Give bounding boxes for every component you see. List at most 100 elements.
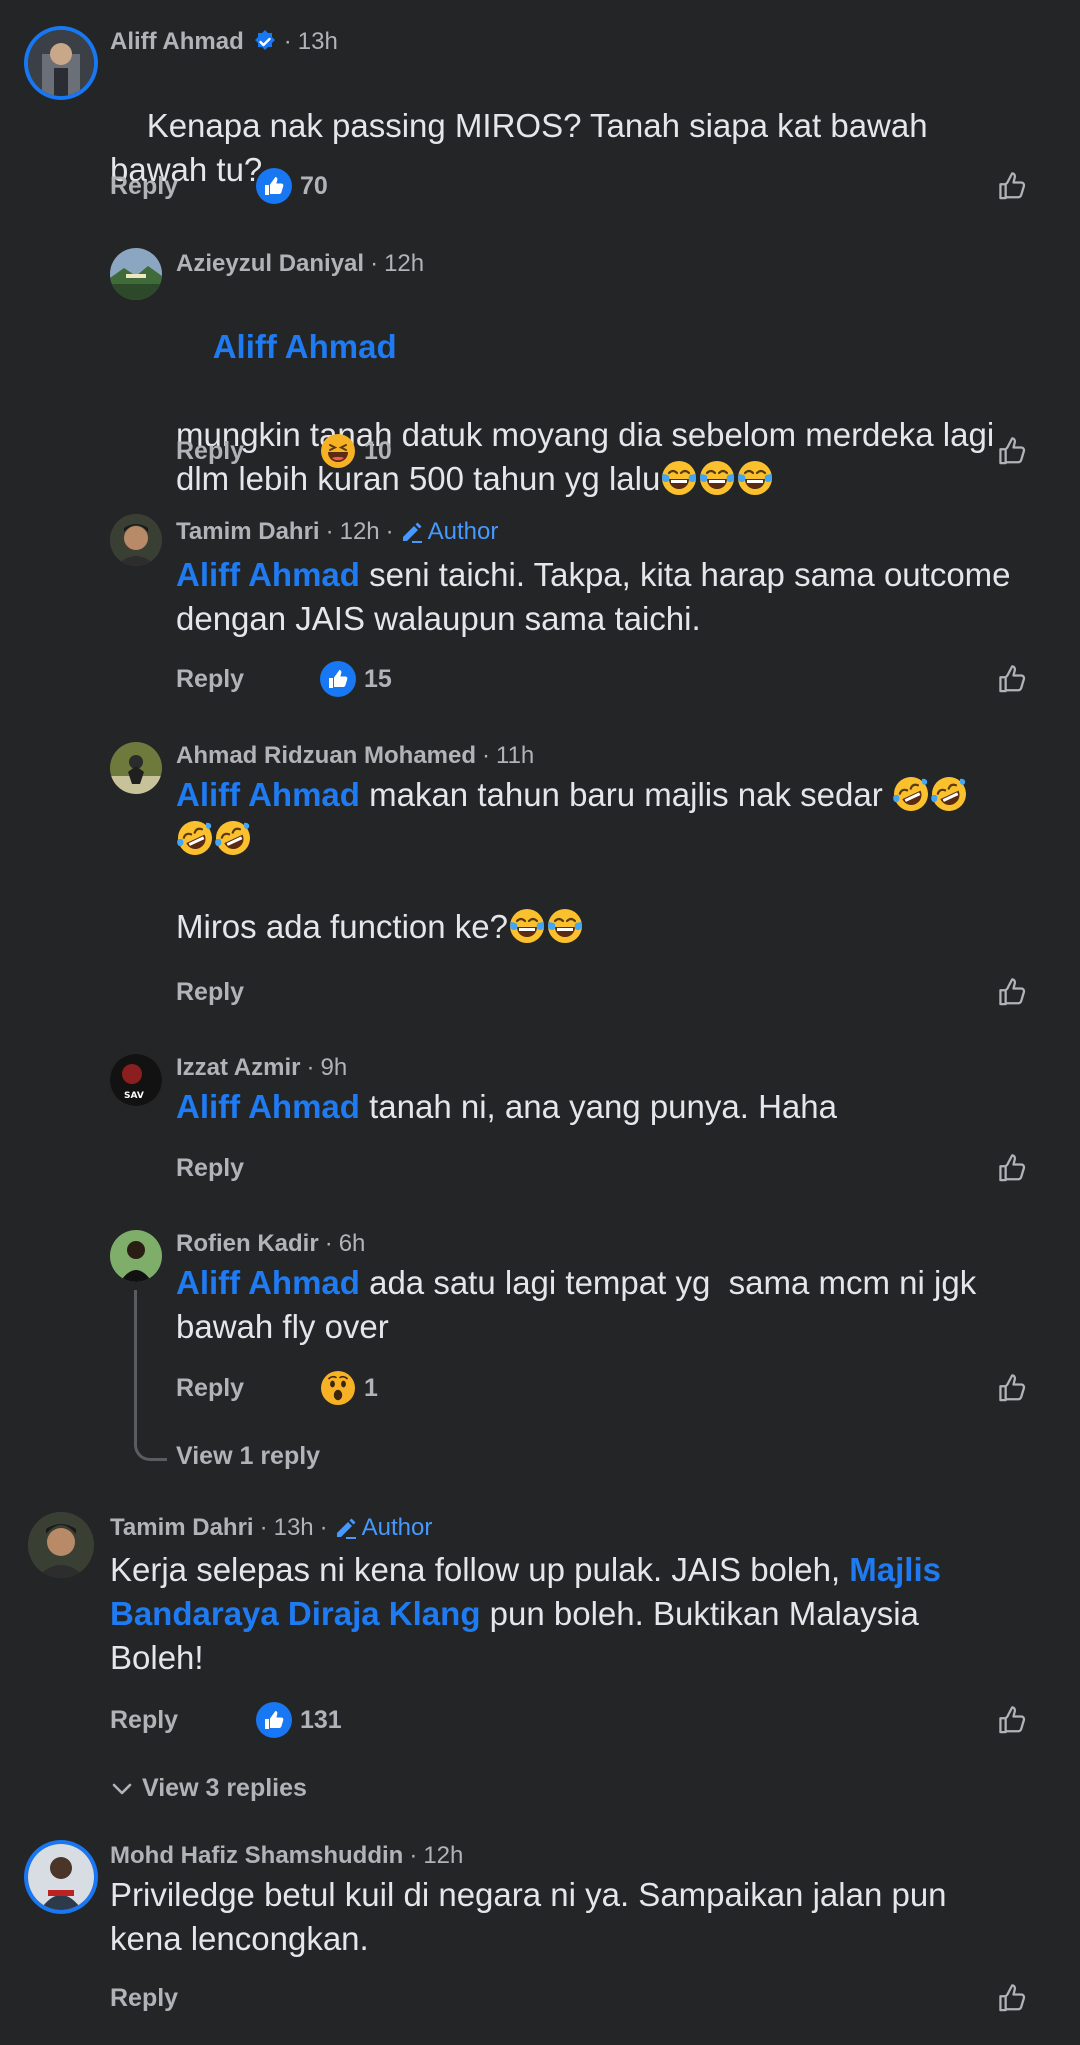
comment-time[interactable]: 9h <box>320 1054 347 1082</box>
tears-of-joy-emoji <box>736 459 774 497</box>
comment-time[interactable]: 12h <box>340 518 380 546</box>
separator: · <box>259 1514 268 1541</box>
commenter-name[interactable]: Azieyzul Daniyal <box>176 250 364 278</box>
like-button[interactable] <box>990 1368 1030 1408</box>
like-button[interactable] <box>990 1148 1030 1188</box>
like-button[interactable] <box>990 1978 1030 2018</box>
mention-link[interactable]: Aliff Ahmad <box>176 1088 360 1125</box>
commenter-name[interactable]: Tamim Dahri <box>176 518 320 546</box>
reaction-summary[interactable]: 131 <box>256 1702 342 1738</box>
reply-button[interactable]: Reply <box>176 1374 244 1403</box>
avatar[interactable] <box>28 30 94 96</box>
rofl-emoji <box>176 819 214 857</box>
reply-button[interactable]: Reply <box>176 978 244 1007</box>
comment-meta: Mohd Hafiz Shamshuddin · 12h <box>110 1842 463 1870</box>
comment-body: tanah ni, ana yang punya. Haha <box>359 1088 837 1125</box>
thumbs-up-icon <box>999 978 1026 1006</box>
view-replies-link[interactable]: View 1 reply <box>176 1442 320 1471</box>
comment-time[interactable]: 6h <box>339 1230 366 1258</box>
pencil-icon <box>401 521 423 543</box>
comment-text: Aliff Ahmad makan tahun baru majlis nak … <box>176 773 1036 949</box>
reaction-summary[interactable]: 70 <box>256 168 328 204</box>
comment-body: Kerja selepas ni kena follow up pulak. J… <box>110 1551 850 1588</box>
reaction-summary[interactable]: 1 <box>320 1370 378 1406</box>
comment-meta: Tamim Dahri · 13h · Author <box>110 1514 432 1542</box>
author-badge: Author <box>400 518 498 546</box>
reply-button[interactable]: Reply <box>176 665 244 694</box>
avatar[interactable] <box>28 1844 94 1910</box>
reply-button[interactable]: Reply <box>176 1154 244 1183</box>
mention-link[interactable]: Aliff Ahmad <box>176 556 360 593</box>
like-button[interactable] <box>990 659 1030 699</box>
like-button[interactable] <box>990 972 1030 1012</box>
rofl-emoji <box>891 775 930 813</box>
comment-body: makan tahun baru majlis nak sedar <box>359 776 892 813</box>
comment-meta: Aliff Ahmad · 13h <box>110 28 338 56</box>
like-reaction-icon <box>320 661 356 697</box>
comment-text: Kerja selepas ni kena follow up pulak. J… <box>110 1548 1010 1680</box>
avatar[interactable]: SAV <box>110 1054 162 1106</box>
like-button[interactable] <box>990 431 1030 471</box>
thumbs-up-icon <box>999 1374 1026 1402</box>
commenter-name[interactable]: Ahmad Ridzuan Mohamed <box>176 742 476 770</box>
avatar[interactable] <box>110 514 162 566</box>
svg-text:SAV: SAV <box>124 1091 144 1101</box>
reply-button[interactable]: Reply <box>110 172 178 201</box>
comment-text: Aliff Ahmad seni taichi. Takpa, kita har… <box>176 553 1036 641</box>
comment-text: Aliff Ahmad tanah ni, ana yang punya. Ha… <box>176 1085 1036 1129</box>
avatar[interactable] <box>110 1230 162 1282</box>
commenter-name[interactable]: Izzat Azmir <box>176 1054 300 1082</box>
comment-body: Priviledge betul kuil di negara ni ya. S… <box>110 1876 956 1957</box>
separator: · <box>325 518 334 545</box>
comment-time[interactable]: 12h <box>384 250 424 278</box>
comment-body-line2: Miros ada function ke? <box>176 908 509 945</box>
like-button[interactable] <box>990 1700 1030 1740</box>
commenter-name[interactable]: Mohd Hafiz Shamshuddin <box>110 1842 403 1870</box>
reaction-summary[interactable]: 10 <box>320 433 392 469</box>
chevron-down-icon <box>112 1783 132 1794</box>
comment-time[interactable]: 12h <box>423 1842 463 1870</box>
comment-text: Priviledge betul kuil di negara ni ya. S… <box>110 1873 1010 1961</box>
comment-time[interactable]: 13h <box>298 28 338 56</box>
reaction-count: 15 <box>364 664 392 693</box>
reply-button[interactable]: Reply <box>110 1706 178 1735</box>
separator: · <box>409 1842 418 1869</box>
mention-link[interactable]: Aliff Ahmad <box>176 776 360 813</box>
mention-link[interactable]: Aliff Ahmad <box>176 1264 360 1301</box>
like-reaction-icon <box>256 1702 292 1738</box>
commenter-name[interactable]: Aliff Ahmad <box>110 28 244 56</box>
commenter-name[interactable]: Rofien Kadir <box>176 1230 319 1258</box>
rofl-emoji <box>214 819 252 857</box>
comment-body: mungkin tanah datuk moyang dia sebelom m… <box>176 416 1004 497</box>
reaction-count: 1 <box>364 1373 378 1402</box>
author-badge: Author <box>334 1514 432 1542</box>
mention-link[interactable]: Aliff Ahmad <box>213 328 397 365</box>
commenter-name[interactable]: Tamim Dahri <box>110 1514 254 1542</box>
comment-time[interactable]: 13h <box>274 1514 314 1542</box>
rofl-emoji <box>929 775 968 813</box>
tears-of-joy-emoji <box>698 459 736 497</box>
thumbs-up-icon <box>999 665 1026 693</box>
comment-meta: Azieyzul Daniyal · 12h <box>176 250 424 278</box>
avatar[interactable] <box>110 248 162 300</box>
separator: · <box>324 1230 333 1257</box>
thumbs-up-icon <box>999 1706 1026 1734</box>
separator: · <box>319 1514 328 1541</box>
avatar[interactable] <box>28 1512 94 1578</box>
comment-text: Kenapa nak passing MIROS? Tanah siapa ka… <box>110 60 990 236</box>
reaction-summary[interactable]: 15 <box>320 661 392 697</box>
view-replies-link[interactable]: View 3 replies <box>110 1774 307 1803</box>
comment-meta: Rofien Kadir · 6h <box>176 1230 365 1258</box>
avatar[interactable] <box>110 742 162 794</box>
thumbs-up-icon <box>999 172 1026 200</box>
comment-meta: Ahmad Ridzuan Mohamed · 11h <box>176 742 534 770</box>
comment-time[interactable]: 11h <box>496 742 534 770</box>
separator: · <box>283 28 292 55</box>
reply-button[interactable]: Reply <box>110 1984 178 2013</box>
verified-icon <box>254 30 275 50</box>
thumbs-up-icon <box>999 437 1026 465</box>
pencil-icon <box>335 1517 357 1539</box>
reply-button[interactable]: Reply <box>176 437 244 466</box>
comment-text: Aliff Ahmad mungkin tanah datuk moyang d… <box>176 281 1036 545</box>
like-button[interactable] <box>990 166 1030 206</box>
